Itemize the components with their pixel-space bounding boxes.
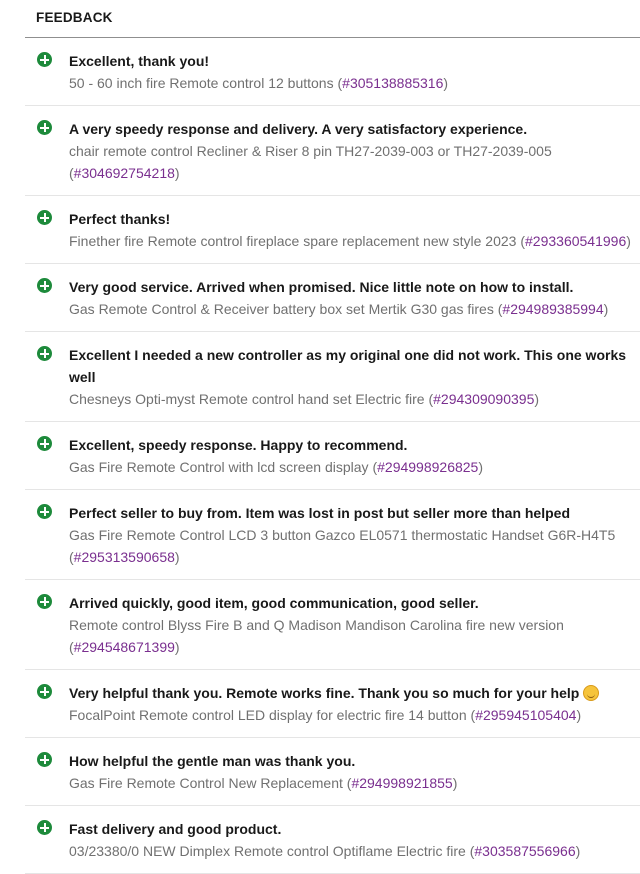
feedback-item: Fast delivery and good product. 03/23380… — [25, 806, 640, 874]
item-number-link[interactable]: #294548671399 — [74, 639, 175, 655]
plus-circle-icon — [37, 752, 52, 767]
feedback-comment: Very good service. Arrived when promised… — [69, 279, 574, 295]
item-number-link[interactable]: #304692754218 — [74, 165, 175, 181]
feedback-product: Finether fire Remote control fireplace s… — [69, 233, 631, 249]
item-number-link[interactable]: #293360541996 — [525, 233, 626, 249]
item-number-link[interactable]: #294998926825 — [377, 459, 478, 475]
feedback-product: Chesneys Opti-myst Remote control hand s… — [69, 391, 540, 407]
feedback-item: Excellent, thank you! 50 - 60 inch fire … — [25, 38, 640, 106]
feedback-comment: Fast delivery and good product. — [69, 821, 282, 837]
feedback-item: Perfect thanks! Finether fire Remote con… — [25, 196, 640, 264]
feedback-item: Very good service. Arrived when promised… — [25, 264, 640, 332]
feedback-comment: A very speedy response and delivery. A v… — [69, 121, 528, 137]
feedback-comment: Arrived quickly, good item, good communi… — [69, 595, 479, 611]
product-title: 50 - 60 inch fire Remote control 12 butt… — [69, 75, 334, 91]
feedback-item: Arrived quickly, good item, good communi… — [25, 580, 640, 670]
plus-circle-icon — [37, 52, 52, 67]
item-number-link[interactable]: #294309090395 — [433, 391, 534, 407]
feedback-product: 50 - 60 inch fire Remote control 12 butt… — [69, 75, 449, 91]
product-title: Gas Fire Remote Control LCD 3 button Gaz… — [69, 527, 616, 543]
feedback-product: FocalPoint Remote control LED display fo… — [69, 707, 582, 723]
feedback-product: Gas Fire Remote Control LCD 3 button Gaz… — [69, 527, 616, 565]
item-number-link[interactable]: #295945105404 — [475, 707, 576, 723]
item-number-link[interactable]: #294998921855 — [351, 775, 452, 791]
feedback-product: Remote control Blyss Fire B and Q Madiso… — [69, 617, 564, 655]
smiling-face-emoji-icon — [583, 685, 600, 701]
product-title: chair remote control Recliner & Riser 8 … — [69, 143, 552, 159]
plus-circle-icon — [37, 436, 52, 451]
feedback-panel: FEEDBACK Excellent, thank you! 50 - 60 i… — [0, 0, 640, 874]
product-title: Chesneys Opti-myst Remote control hand s… — [69, 391, 425, 407]
product-title: Finether fire Remote control fireplace s… — [69, 233, 517, 249]
feedback-comment: Excellent, speedy response. Happy to rec… — [69, 437, 408, 453]
feedback-product: chair remote control Recliner & Riser 8 … — [69, 143, 552, 181]
feedback-comment: How helpful the gentle man was thank you… — [69, 753, 356, 769]
product-title: Gas Remote Control & Receiver battery bo… — [69, 301, 494, 317]
feedback-item: Very helpful thank you. Remote works fin… — [25, 670, 640, 738]
product-title: Remote control Blyss Fire B and Q Madiso… — [69, 617, 564, 633]
feedback-comment: Perfect seller to buy from. Item was los… — [69, 505, 570, 521]
feedback-item: Perfect seller to buy from. Item was los… — [25, 490, 640, 580]
item-number-link[interactable]: #295313590658 — [74, 549, 175, 565]
plus-circle-icon — [37, 346, 52, 361]
feedback-product: Gas Remote Control & Receiver battery bo… — [69, 301, 609, 317]
feedback-comment: Perfect thanks! — [69, 211, 171, 227]
plus-circle-icon — [37, 504, 52, 519]
plus-circle-icon — [37, 594, 52, 609]
section-title: FEEDBACK — [36, 10, 113, 25]
item-number-link[interactable]: #305138885316 — [342, 75, 443, 91]
plus-circle-icon — [37, 684, 52, 699]
feedback-item: A very speedy response and delivery. A v… — [25, 106, 640, 196]
feedback-comment: Excellent I needed a new controller as m… — [69, 347, 627, 385]
item-number-link[interactable]: #294989385994 — [502, 301, 603, 317]
feedback-product: Gas Fire Remote Control New Replacement … — [69, 775, 458, 791]
plus-circle-icon — [37, 278, 52, 293]
plus-circle-icon — [37, 210, 52, 225]
feedback-comment: Very helpful thank you. Remote works fin… — [69, 682, 640, 704]
feedback-item: Excellent, speedy response. Happy to rec… — [25, 422, 640, 490]
feedback-item: Excellent I needed a new controller as m… — [25, 332, 640, 422]
product-title: 03/23380/0 NEW Dimplex Remote control Op… — [69, 843, 466, 859]
product-title: Gas Fire Remote Control with lcd screen … — [69, 459, 369, 475]
feedback-item: How helpful the gentle man was thank you… — [25, 738, 640, 806]
item-number-link[interactable]: #303587556966 — [474, 843, 575, 859]
product-title: FocalPoint Remote control LED display fo… — [69, 707, 467, 723]
feedback-product: Gas Fire Remote Control with lcd screen … — [69, 459, 484, 475]
plus-circle-icon — [37, 820, 52, 835]
comment-text: Very helpful thank you. Remote works fin… — [69, 685, 580, 701]
plus-circle-icon — [37, 120, 52, 135]
feedback-comment: Excellent, thank you! — [69, 53, 210, 69]
product-title: Gas Fire Remote Control New Replacement — [69, 775, 343, 791]
feedback-product: 03/23380/0 NEW Dimplex Remote control Op… — [69, 843, 581, 859]
feedback-list: Excellent, thank you! 50 - 60 inch fire … — [25, 38, 640, 874]
